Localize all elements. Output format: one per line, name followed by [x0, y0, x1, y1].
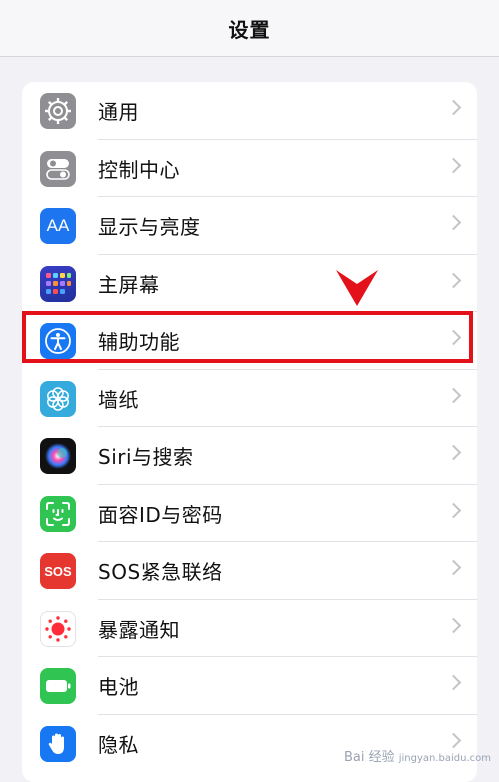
gear-icon — [40, 93, 76, 129]
settings-item-label: SOS紧急联络 — [98, 560, 223, 585]
settings-item-accessibility[interactable]: 辅助功能 — [22, 312, 477, 370]
chevron-right-icon — [445, 559, 462, 576]
chevron-right-icon — [445, 214, 462, 231]
settings-item-label: 暴露通知 — [98, 617, 180, 642]
page-title: 设置 — [228, 17, 271, 42]
flower-icon — [40, 380, 76, 417]
accessibility-icon — [40, 323, 76, 359]
settings-item-control-center[interactable]: 控制中心 — [22, 140, 477, 197]
settings-item-siri-search[interactable]: Siri与搜索 — [22, 427, 477, 485]
watermark: Bai 经验 jingyan.baidu.com — [344, 746, 491, 765]
watermark-subtext: jingyan.baidu.com — [398, 753, 491, 764]
arrow-down-icon — [336, 270, 378, 306]
settings-item-label: 电池 — [98, 675, 139, 700]
chevron-right-icon — [445, 617, 462, 633]
settings-item-label: 面容ID与密码 — [98, 502, 223, 527]
settings-item-label: 通用 — [98, 100, 139, 125]
hand-icon — [40, 725, 76, 762]
face-id-icon — [40, 495, 76, 532]
settings-item-wallpaper[interactable]: 墙纸 — [22, 370, 477, 427]
settings-item-general[interactable]: 通用 — [22, 82, 477, 140]
settings-item-label: Siri与搜索 — [98, 445, 194, 470]
settings-item-exposure-notifications[interactable]: 暴露通知 — [22, 600, 477, 657]
toggles-icon — [40, 150, 76, 187]
battery-icon — [40, 668, 76, 704]
chevron-right-icon — [445, 674, 462, 691]
chevron-right-icon — [445, 157, 462, 173]
settings-item-battery[interactable]: 电池 — [22, 657, 477, 715]
settings-item-label: 墙纸 — [98, 387, 139, 412]
settings-list: 通用 控制中心 AA 显示与亮度 主屏幕 辅助功能 墙纸 Siri与搜索 面容I… — [22, 82, 477, 782]
siri-icon — [40, 438, 76, 474]
home-grid-icon — [40, 265, 76, 302]
chevron-right-icon — [445, 502, 462, 518]
chevron-right-icon — [445, 329, 462, 346]
chevron-right-icon — [445, 99, 462, 116]
settings-item-emergency-sos[interactable]: SOS SOS紧急联络 — [22, 542, 477, 600]
navigation-bar: 设置 — [0, 0, 499, 57]
settings-item-display[interactable]: AA 显示与亮度 — [22, 197, 477, 255]
settings-item-home-screen[interactable]: 主屏幕 — [22, 255, 477, 312]
chevron-right-icon — [445, 387, 462, 403]
exposure-icon — [40, 610, 76, 647]
text-size-icon: AA — [40, 208, 76, 244]
settings-item-label: 隐私 — [98, 732, 139, 757]
settings-item-label: 控制中心 — [98, 157, 180, 182]
watermark-text: Bai 经验 — [343, 750, 395, 765]
icon-text: AA — [46, 216, 70, 235]
settings-item-label: 显示与亮度 — [98, 215, 201, 240]
settings-item-label: 主屏幕 — [98, 272, 160, 297]
chevron-right-icon — [445, 444, 462, 461]
chevron-right-icon — [445, 272, 462, 288]
icon-text: SOS — [44, 563, 72, 579]
settings-item-label: 辅助功能 — [98, 330, 180, 355]
settings-item-face-id[interactable]: 面容ID与密码 — [22, 485, 477, 542]
sos-icon: SOS — [40, 553, 76, 589]
